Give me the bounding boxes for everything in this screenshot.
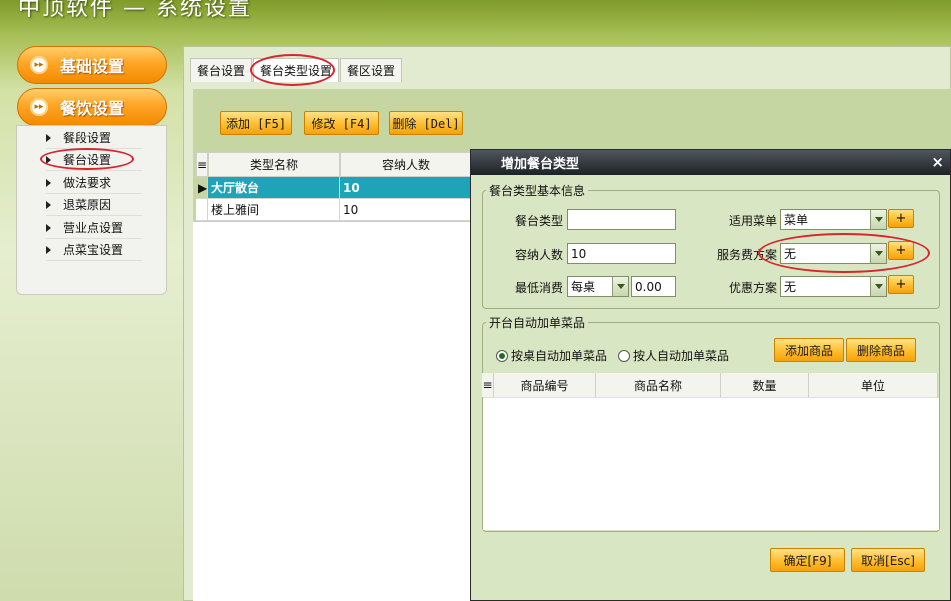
- nav-section-basic[interactable]: ▸▸ 基础设置: [17, 46, 167, 84]
- goods-column-header[interactable]: 数量: [721, 373, 809, 397]
- highlight-annotation: [758, 233, 930, 273]
- group-title: 开台自动加单菜品: [486, 314, 589, 331]
- menu-label: 适用菜单: [728, 214, 777, 228]
- grid-column-header[interactable]: 容纳人数: [340, 152, 472, 177]
- goods-column-header[interactable]: 商品编号: [494, 373, 596, 397]
- nav-item-cooking-requirements[interactable]: 做法要求: [46, 172, 142, 194]
- arrow-right-icon: [46, 133, 51, 142]
- chevron-down-icon[interactable]: [612, 277, 628, 296]
- add-button[interactable]: 添加 [F5]: [220, 111, 292, 135]
- table-row[interactable]: 大厅散台: [208, 177, 340, 199]
- add-discount-button[interactable]: +: [888, 275, 914, 294]
- confirm-button[interactable]: 确定[F9]: [770, 548, 845, 572]
- close-icon[interactable]: ×: [931, 153, 944, 171]
- row-indicator-icon: ▶: [196, 177, 208, 199]
- select-value: 无: [784, 280, 797, 294]
- discount-label: 优惠方案: [728, 281, 777, 295]
- nav-item-label: 退菜原因: [63, 198, 112, 212]
- tab-table-settings[interactable]: 餐台设置: [190, 58, 253, 82]
- nav-item-label: 营业点设置: [63, 221, 124, 235]
- expand-icon: ▸▸: [30, 56, 48, 74]
- capacity-label: 容纳人数: [514, 248, 563, 262]
- arrow-right-icon: [46, 178, 51, 187]
- add-menu-button[interactable]: +: [888, 209, 914, 228]
- nav-item-label: 餐段设置: [63, 131, 112, 145]
- nav-item-meal-period[interactable]: 餐段设置: [46, 127, 142, 149]
- table-type-input[interactable]: [567, 209, 676, 230]
- goods-grid-body: [483, 398, 939, 530]
- app-title: 中顶软件 — 系统设置: [18, 0, 252, 21]
- grid-body: [193, 222, 473, 601]
- dialog-title: 增加餐台类型: [471, 150, 950, 175]
- nav-section-label: 基础设置: [60, 57, 125, 76]
- table-row[interactable]: 楼上雅间: [208, 199, 340, 221]
- capacity-input[interactable]: 10: [567, 243, 676, 264]
- highlight-annotation: [40, 148, 134, 170]
- grid-row-indicator-header: ≡: [482, 373, 494, 397]
- arrow-right-icon: [46, 200, 51, 209]
- cancel-button[interactable]: 取消[Esc]: [851, 548, 925, 572]
- grid-column-header[interactable]: 类型名称: [208, 152, 340, 177]
- select-value: 菜单: [784, 213, 809, 227]
- goods-column-header[interactable]: 商品名称: [596, 373, 721, 397]
- nav-section-label: 餐饮设置: [60, 99, 125, 118]
- select-value: 每桌: [571, 280, 596, 294]
- table-row[interactable]: 10: [340, 199, 472, 221]
- table-row[interactable]: 10: [340, 177, 472, 199]
- group-title: 餐台类型基本信息: [486, 182, 589, 199]
- delete-button[interactable]: 删除 [Del]: [389, 111, 463, 135]
- min-spend-input[interactable]: 0.00: [631, 276, 676, 297]
- nav-item-ordering-device[interactable]: 点菜宝设置: [46, 239, 142, 261]
- row-indicator: [196, 199, 208, 221]
- chevron-down-icon[interactable]: [870, 210, 886, 229]
- nav-item-business-point[interactable]: 营业点设置: [46, 217, 142, 239]
- min-spend-mode-select[interactable]: 每桌: [567, 276, 629, 297]
- nav-item-label: 点菜宝设置: [63, 243, 124, 257]
- goods-column-header[interactable]: 单位: [809, 373, 938, 397]
- radio-checked-icon: [496, 349, 508, 362]
- delete-goods-button[interactable]: 删除商品: [846, 338, 916, 362]
- nav-item-label: 做法要求: [63, 176, 112, 190]
- nav-section-catering[interactable]: ▸▸ 餐饮设置: [17, 88, 167, 126]
- radio-label: 按桌自动加单菜品: [511, 349, 608, 363]
- radio-by-person[interactable]: 按人自动加单菜品: [618, 347, 729, 364]
- chevron-down-icon[interactable]: [870, 277, 886, 296]
- discount-select[interactable]: 无: [780, 276, 887, 297]
- add-goods-button[interactable]: 添加商品: [774, 338, 844, 362]
- menu-select[interactable]: 菜单: [780, 209, 887, 230]
- arrow-right-icon: [46, 223, 51, 232]
- radio-unchecked-icon: [618, 349, 630, 362]
- tab-area-settings[interactable]: 餐区设置: [340, 58, 403, 82]
- arrow-right-icon: [46, 245, 51, 254]
- table-type-label: 餐台类型: [514, 214, 563, 228]
- min-spend-label: 最低消费: [514, 281, 563, 295]
- highlight-annotation: [250, 54, 335, 86]
- nav-item-return-reasons[interactable]: 退菜原因: [46, 194, 142, 216]
- radio-by-table[interactable]: 按桌自动加单菜品: [496, 347, 607, 364]
- grid-row-indicator-header: ≡: [196, 152, 208, 177]
- edit-button[interactable]: 修改 [F4]: [304, 111, 379, 135]
- radio-label: 按人自动加单菜品: [633, 349, 730, 363]
- expand-icon: ▸▸: [30, 98, 48, 116]
